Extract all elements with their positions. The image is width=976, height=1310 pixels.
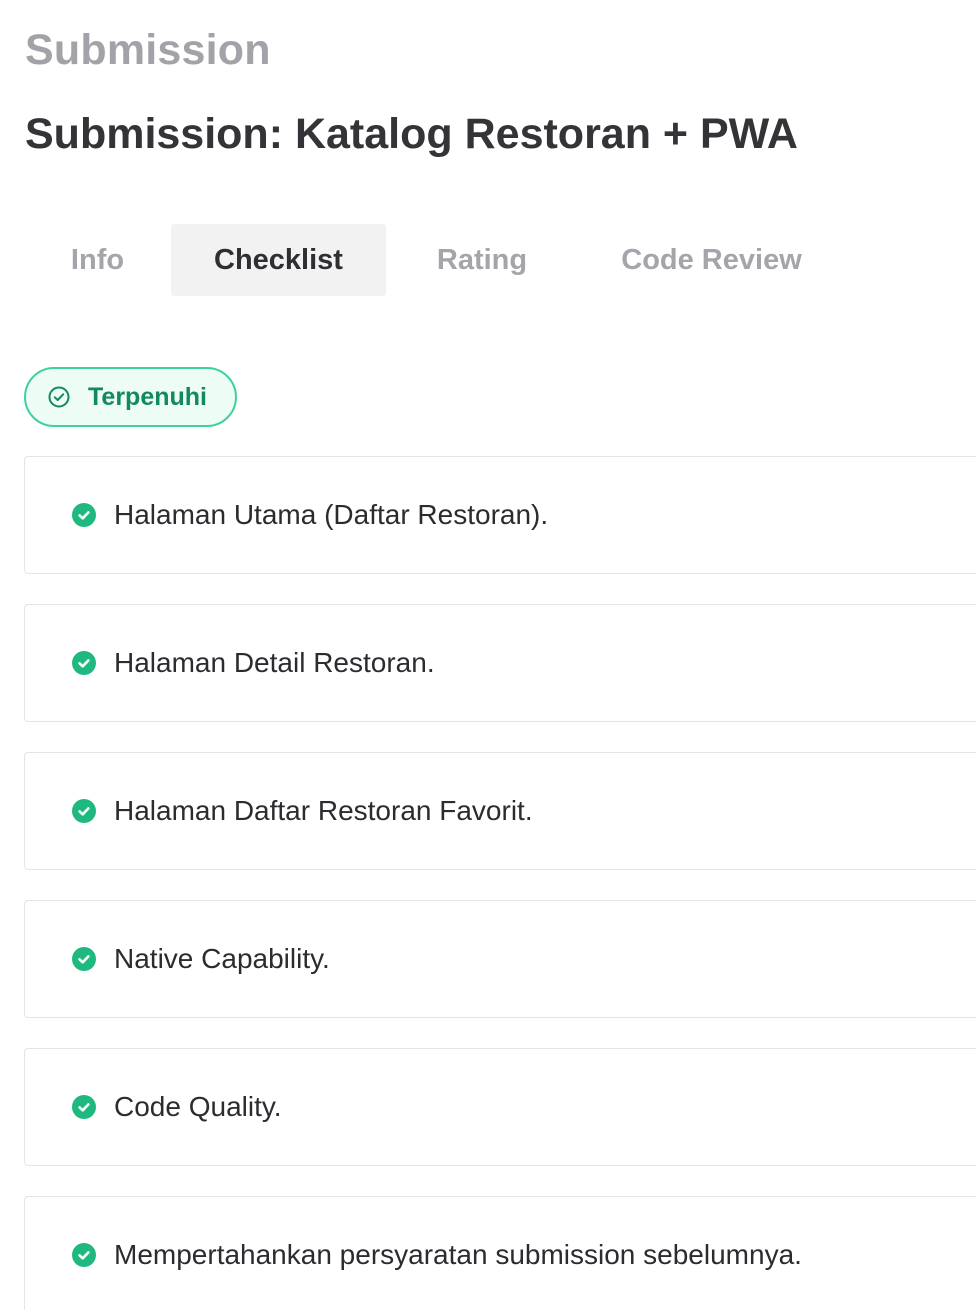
- page-title: Submission: Katalog Restoran + PWA: [25, 110, 798, 158]
- checklist-item: Halaman Daftar Restoran Favorit.: [24, 752, 976, 870]
- check-circle-filled-icon: [71, 1094, 97, 1120]
- checklist-item-label: Halaman Utama (Daftar Restoran).: [114, 499, 549, 530]
- checklist-item: Halaman Detail Restoran.: [24, 604, 976, 722]
- checklist-item: Code Quality.: [24, 1048, 976, 1166]
- check-circle-filled-icon: [71, 946, 97, 972]
- checklist-item-label: Mempertahankan persyaratan submission se…: [114, 1239, 802, 1270]
- submission-tabs: Info Checklist Rating Code Review: [24, 224, 845, 296]
- tab-code-review[interactable]: Code Review: [578, 224, 845, 296]
- section-title: Submission: [25, 26, 271, 74]
- check-circle-filled-icon: [71, 1242, 97, 1268]
- tab-info[interactable]: Info: [24, 224, 171, 296]
- submission-page: Submission Submission: Katalog Restoran …: [0, 0, 976, 1310]
- check-circle-filled-icon: [71, 650, 97, 676]
- checklist-item: Mempertahankan persyaratan submission se…: [24, 1196, 976, 1310]
- checklist-item-label: Native Capability.: [114, 943, 330, 974]
- tab-checklist[interactable]: Checklist: [171, 224, 386, 296]
- checklist-item-label: Halaman Daftar Restoran Favorit.: [114, 795, 533, 826]
- checklist-item: Native Capability.: [24, 900, 976, 1018]
- tab-rating[interactable]: Rating: [386, 224, 578, 296]
- status-badge: Terpenuhi: [24, 367, 237, 427]
- checklist-item-label: Halaman Detail Restoran.: [114, 647, 435, 678]
- checklist-item-label: Code Quality.: [114, 1091, 282, 1122]
- check-circle-filled-icon: [71, 798, 97, 824]
- status-label: Terpenuhi: [88, 382, 207, 411]
- checklist-item: Halaman Utama (Daftar Restoran).: [24, 456, 976, 574]
- check-circle-filled-icon: [71, 502, 97, 528]
- check-circle-outline-icon: [47, 385, 71, 409]
- checklist: Halaman Utama (Daftar Restoran). Halaman…: [24, 456, 976, 1310]
